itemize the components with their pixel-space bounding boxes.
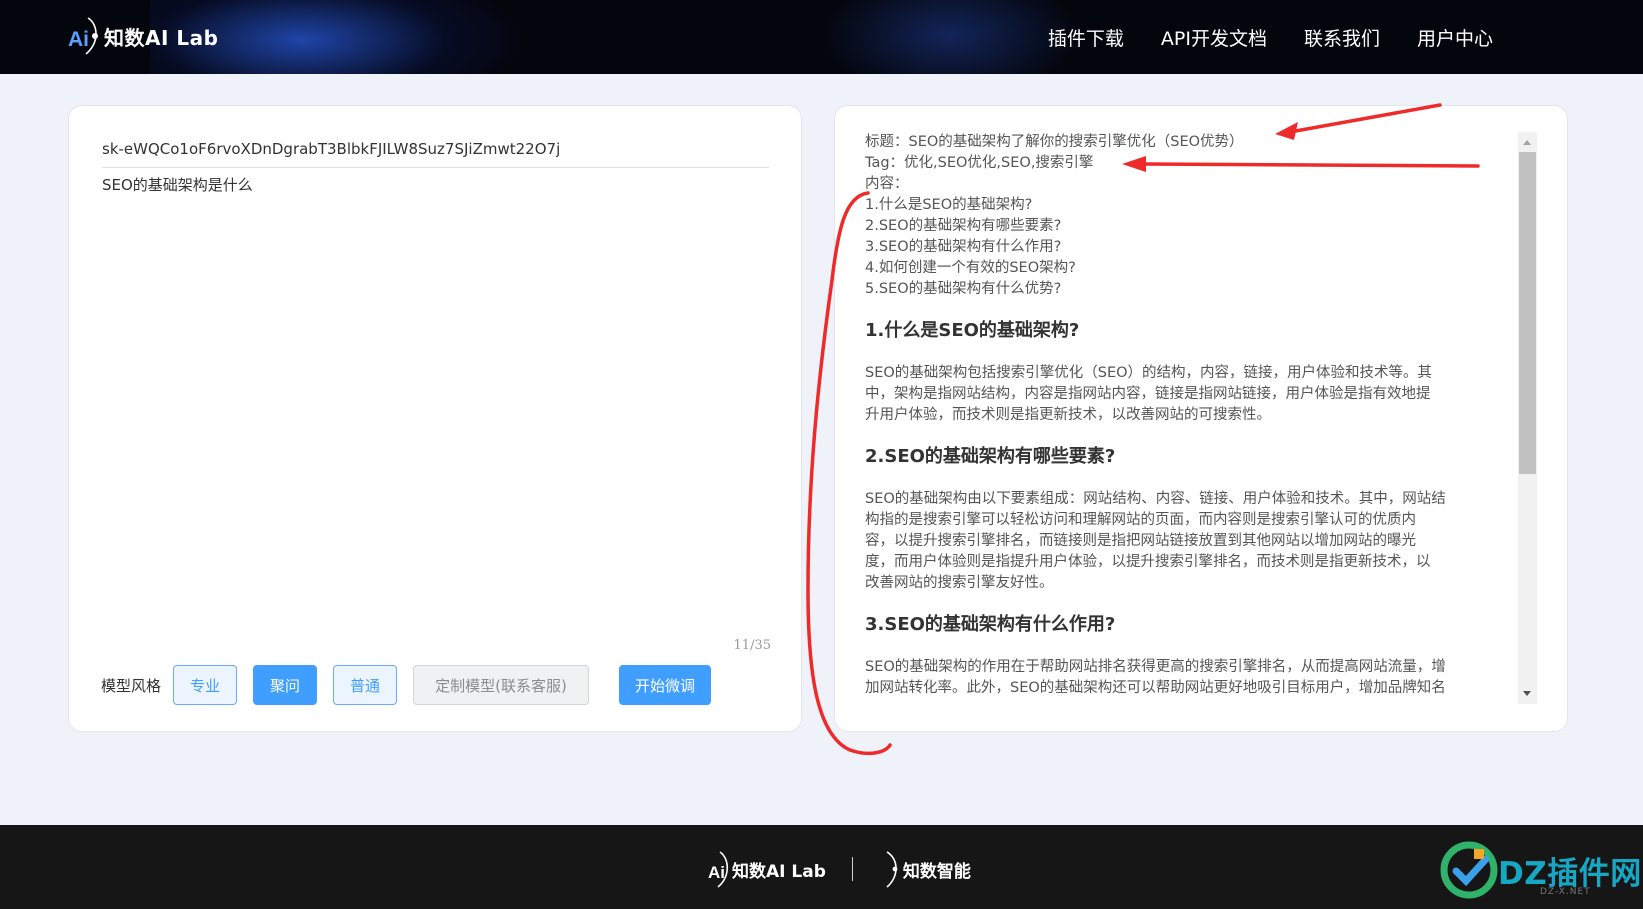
watermark-subtext: DZ-X.NET [1540,887,1591,897]
section-text-line: 中，架构是指网站结构，内容是指网站内容，链接是指网站链接，用户体验是指有效地提 [865,386,1431,402]
nav-api-docs[interactable]: API开发文档 [1161,24,1267,51]
model-style-label: 模型风格 [101,676,162,695]
outline-item: 4.如何创建一个有效的SEO架构? [865,260,1076,276]
scroll-down-icon[interactable] [1523,691,1531,696]
model-style-controls: 模型风格 专业 聚问 普通 定制模型(联系客服) 开始微调 [101,665,712,705]
section-text-line: 升用户体验，而技术则是指更新技术，以改善网站的可搜索性。 [865,407,1271,423]
top-navbar: Ai 知数AI Lab 插件下载 API开发文档 联系我们 用户中心 [0,0,1643,74]
output-panel: 标题：SEO的基础架构了解你的搜索引擎优化（SEO优势） Tag：优化,SEO优… [834,105,1568,732]
input-panel: sk-eWQCo1oF6rvoXDnDgrabT3BlbkFJILW8Suz7S… [68,105,802,732]
outline-item: 1.什么是SEO的基础架构? [865,197,1033,213]
svg-text:Ai: Ai [68,28,89,51]
footer: Ai 知数AI Lab 知数智能 [0,825,1643,909]
outline-item: 2.SEO的基础架构有哪些要素? [865,218,1062,234]
section-text-line: SEO的基础架构包括搜索引擎优化（SEO）的结构，内容，链接，用户体验和技术等。… [865,365,1433,381]
style-normal-button[interactable]: 普通 [333,665,398,705]
prompt-textarea[interactable]: SEO的基础架构是什么 [102,172,769,602]
main-nav: 插件下载 API开发文档 联系我们 用户中心 [1011,0,1493,74]
outline-item: 5.SEO的基础架构有什么优势? [865,281,1062,297]
nav-user-center[interactable]: 用户中心 [1417,24,1493,51]
section-heading: 3.SEO的基础架构有什么作用? [865,614,1116,635]
section-text-line: 度，而用户体验则是指提升用户体验，以提升搜索引擎排名，而技术则是指更新技术，以 [865,554,1431,570]
section-text-line: 加网站转化率。此外，SEO的基础架构还可以帮助网站更好地吸引目标用户，增加品牌知… [865,680,1446,696]
style-professional-button[interactable]: 专业 [173,665,238,705]
nav-plugin-download[interactable]: 插件下载 [1048,24,1124,51]
outline-item: 3.SEO的基础架构有什么作用? [865,239,1062,255]
footer-ai-logo-icon: Ai [708,851,729,888]
site-logo[interactable]: Ai 知数AI Lab [68,14,218,58]
output-content-label: 内容： [865,176,909,192]
api-key-input[interactable]: sk-eWQCo1oF6rvoXDnDgrabT3BlbkFJILW8Suz7S… [102,134,769,168]
footer-brand-icon [886,851,898,888]
watermark-text: DZ插件网 [1498,855,1642,892]
char-counter: 11/35 [733,638,771,653]
scroll-up-icon[interactable] [1523,140,1531,145]
section-text-line: 改善网站的搜索引擎友好性。 [865,575,1054,591]
section-heading: 1.什么是SEO的基础架构? [865,320,1080,341]
section-text-line: SEO的基础架构由以下要素组成：网站结构、内容、链接、用户体验和技术。其中，网站… [865,491,1446,507]
start-finetune-button[interactable]: 开始微调 [619,665,712,705]
svg-text:Ai: Ai [708,863,725,882]
output-scrollbar[interactable] [1518,132,1537,704]
ai-logo-icon: Ai [68,16,102,56]
footer-divider [851,857,853,881]
footer-logo-lab: 知数AI Lab [732,861,826,882]
output-tag-line: Tag：优化,SEO优化,SEO,搜索引擎 [865,155,1094,171]
nav-contact-us[interactable]: 联系我们 [1304,24,1380,51]
scroll-thumb[interactable] [1519,152,1536,474]
watermark: DZ插件网 DZ-X.NET [1440,837,1642,903]
footer-logo-brand: 知数智能 [902,861,971,882]
section-text-line: 构指的是搜索引擎可以轻松访问和理解网站的页面，而内容则是搜索引擎认可的优质内 [865,512,1416,528]
section-text-line: 容，以提升搜索引擎排名，而链接则是指把网站链接放置到其他网站以增加网站的曝光 [865,533,1416,549]
section-text-line: SEO的基础架构的作用在于帮助网站排名获得更高的搜索引擎排名，从而提高网站流量，… [865,659,1446,675]
custom-model-button[interactable]: 定制模型(联系客服) [413,665,590,705]
output-title-line: 标题：SEO的基础架构了解你的搜索引擎优化（SEO优势） [865,134,1244,150]
watermark-logo-icon [1440,841,1498,899]
logo-text: 知数AI Lab [104,25,219,50]
output-content[interactable]: 标题：SEO的基础架构了解你的搜索引擎优化（SEO优势） Tag：优化,SEO优… [865,132,1530,704]
style-juwen-button[interactable]: 聚问 [253,665,318,705]
footer-logos: Ai 知数AI Lab 知数智能 [708,847,971,891]
section-heading: 2.SEO的基础架构有哪些要素? [865,446,1116,467]
